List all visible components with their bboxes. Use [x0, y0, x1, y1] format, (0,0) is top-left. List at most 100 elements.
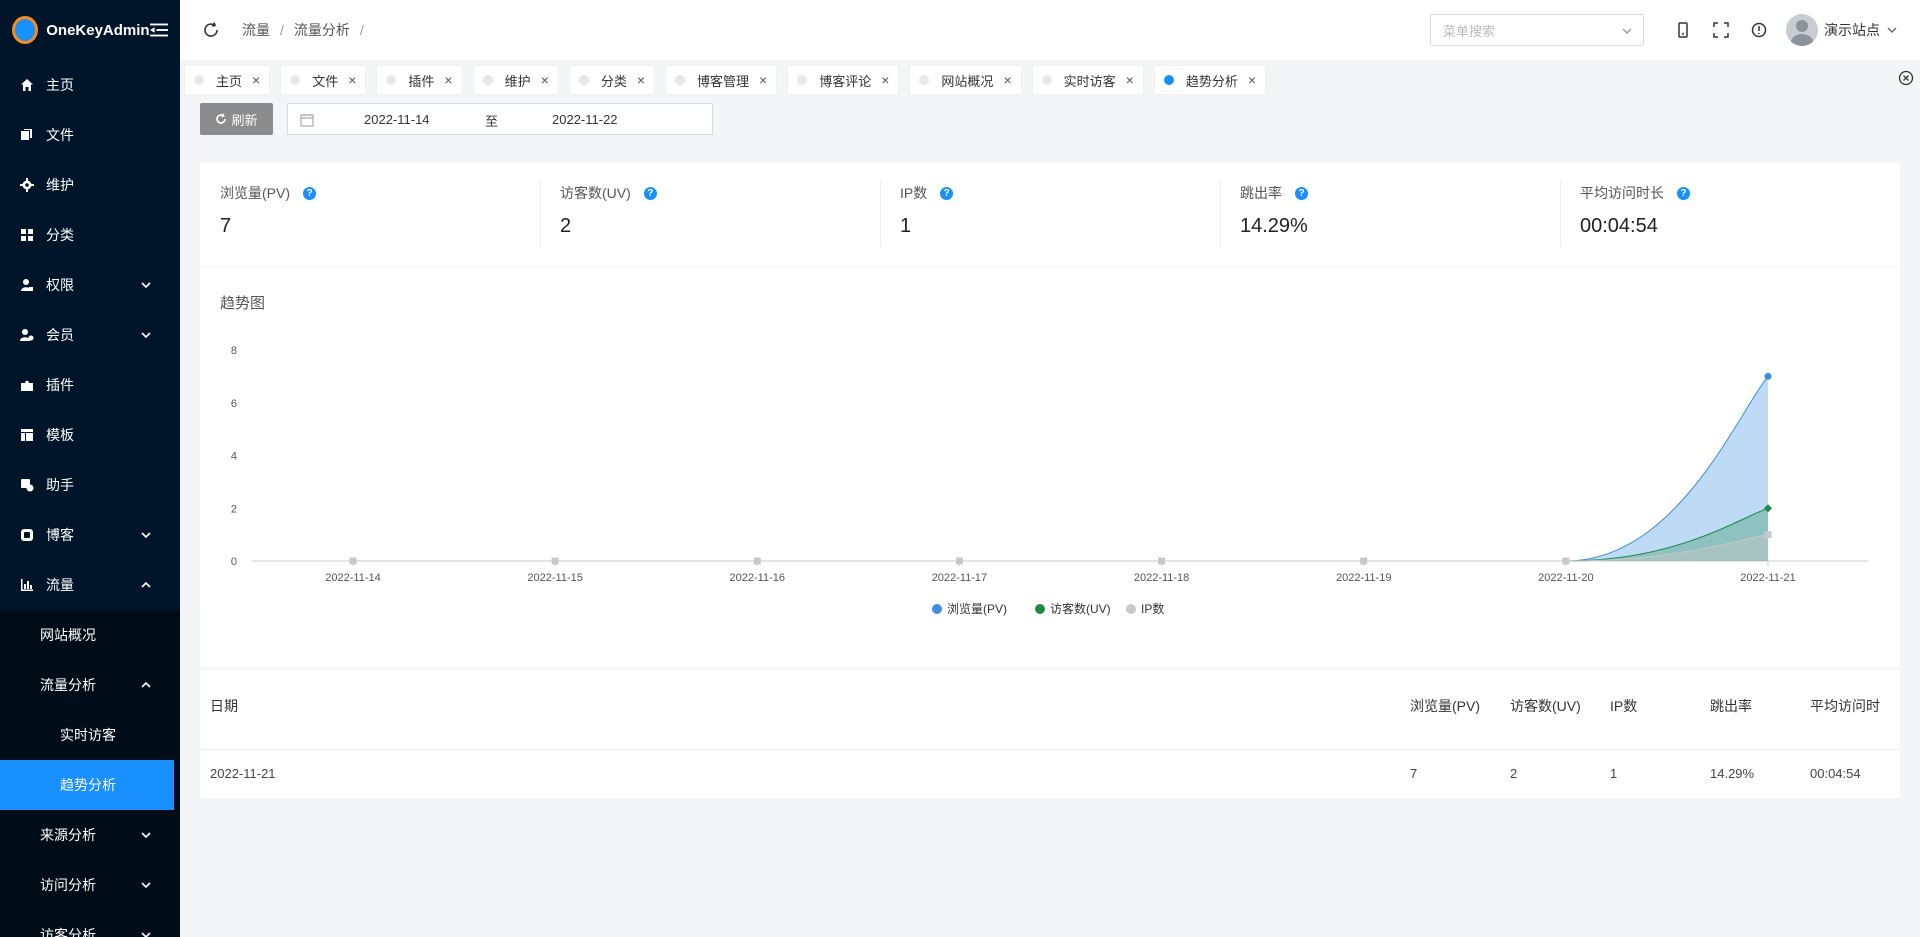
end-date-input[interactable]: 2022-11-22 — [552, 112, 618, 127]
x-tick-label: 2022-11-19 — [1336, 572, 1391, 584]
close-icon[interactable]: × — [1003, 72, 1011, 88]
legend-marker — [1126, 604, 1136, 614]
tab-home[interactable]: 主页 × — [184, 65, 271, 95]
header-actions: 菜单搜索 演示站点 — [1430, 0, 1920, 60]
tab-label: 分类 — [600, 73, 627, 89]
date-range-picker[interactable]: 2022-11-14 至 2022-11-22 — [287, 103, 713, 135]
sidebar-item-plugin[interactable]: 插件 — [0, 360, 180, 410]
help-icon[interactable]: ? — [303, 186, 316, 200]
traffic-submenu: 网站概况 流量分析 实时访客 趋势分析 来源分析 访问分析 访客分析 — [0, 610, 180, 937]
close-icon[interactable]: × — [348, 72, 356, 88]
help-icon[interactable]: ? — [1295, 186, 1308, 200]
sidebar-item-label: 会员 — [46, 327, 74, 343]
column-header-duration[interactable]: 平均访问时 — [1810, 696, 1880, 716]
sidebar-item-trend-analysis[interactable]: 趋势分析 — [0, 760, 174, 810]
refresh-icon[interactable] — [202, 21, 220, 39]
y-tick-label: 8 — [231, 345, 237, 357]
tab-site-overview[interactable]: 网站概况 × — [909, 65, 1022, 95]
sidebar-item-traffic-analysis[interactable]: 流量分析 — [0, 660, 180, 710]
sidebar-item-visitor-analysis[interactable]: 访客分析 — [0, 910, 180, 937]
tab-label: 插件 — [408, 73, 435, 89]
sidebar-item-home[interactable]: 主页 — [0, 60, 180, 110]
sidebar-item-source-analysis[interactable]: 来源分析 — [0, 810, 180, 860]
tab-trend-analysis[interactable]: 趋势分析 × — [1153, 65, 1267, 95]
sidebar-item-maintain[interactable]: 维护 — [0, 160, 180, 210]
tab-label: 趋势分析 — [1185, 73, 1238, 89]
close-icon[interactable]: × — [541, 72, 549, 88]
column-header-ip[interactable]: IP数 — [1610, 696, 1637, 716]
table-cell-ip: 1 — [1610, 766, 1618, 781]
breadcrumb-item[interactable]: 流量 — [242, 20, 270, 40]
app-title: OneKeyAdmin — [46, 21, 150, 39]
close-icon[interactable]: × — [252, 72, 260, 88]
sidebar-item-label: 模板 — [46, 427, 74, 443]
close-all-tabs-icon[interactable] — [1898, 70, 1914, 86]
trend-card: 趋势图 0 2 4 6 8 2022-11-14 2022-11-15 2022-11-16 2… — [200, 268, 1900, 668]
legend-label: 浏览量(PV) — [947, 601, 1007, 616]
start-date-input[interactable]: 2022-11-14 — [364, 112, 430, 127]
column-header-uv[interactable]: 访客数(UV) — [1510, 696, 1581, 716]
sidebar-item-template[interactable]: 模板 — [0, 410, 180, 460]
column-header-pv[interactable]: 浏览量(PV) — [1410, 696, 1480, 716]
stat-value: 2 — [560, 215, 572, 237]
y-tick-label: 4 — [231, 451, 237, 463]
sidebar-item-category[interactable]: 分类 — [0, 210, 180, 260]
close-icon[interactable]: × — [444, 72, 452, 88]
series-line — [353, 534, 1769, 562]
help-icon[interactable]: ? — [643, 186, 657, 200]
tab-category[interactable]: 分类 × — [568, 65, 656, 95]
sidebar-item-assistant[interactable]: 助手 — [0, 460, 180, 510]
chevron-up-icon — [140, 678, 152, 690]
tab-blog-comments[interactable]: 博客评论 × — [787, 65, 900, 95]
table-row: 2022-11-21 7 2 1 14.29% 00:04:54 — [200, 750, 1900, 798]
filter-toolbar: 刷新 2022-11-14 至 2022-11-22 — [200, 103, 713, 135]
x-tick-label: 2022-11-15 — [527, 572, 582, 584]
sidebar-item-traffic[interactable]: 流量 — [0, 560, 180, 610]
sidebar-item-label: 博客 — [46, 527, 74, 543]
help-icon[interactable]: ? — [1677, 186, 1690, 200]
stat-label: 平均访问时长? — [1580, 183, 1880, 203]
tab-dot — [675, 75, 686, 85]
tab-dot — [578, 75, 589, 85]
top-header: 流量 / 流量分析 / 菜单搜索 演示站点 — [180, 0, 1920, 60]
sidebar-item-site-overview[interactable]: 网站概况 — [0, 610, 180, 660]
user-menu[interactable]: 演示站点 — [1786, 14, 1898, 46]
tab-maintain[interactable]: 维护 × — [472, 65, 559, 95]
app-logo — [12, 16, 39, 44]
fullscreen-button[interactable] — [1702, 0, 1740, 60]
menu-search-placeholder: 菜单搜索 — [1443, 23, 1496, 39]
sidebar-item-file[interactable]: 文件 — [0, 110, 180, 160]
column-header-bounce[interactable]: 跳出率 — [1710, 696, 1752, 716]
tab-blog-manage[interactable]: 博客管理 × — [665, 65, 778, 95]
close-icon[interactable]: × — [1126, 72, 1134, 88]
info-button[interactable] — [1740, 0, 1778, 60]
x-tick-label: 2022-11-17 — [932, 572, 987, 584]
data-point — [349, 557, 357, 565]
sidebar-item-member[interactable]: 会员 — [0, 310, 180, 360]
table-header: 日期 浏览量(PV) 访客数(UV) IP数 跳出率 平均访问时 — [200, 670, 1900, 750]
sidebar-item-visit-analysis[interactable]: 访问分析 — [0, 860, 180, 910]
tab-plugin[interactable]: 插件 × — [376, 65, 463, 95]
sidebar-item-label: 权限 — [46, 277, 74, 293]
data-point — [1360, 557, 1368, 565]
close-icon[interactable]: × — [1248, 72, 1256, 88]
table-cell-date: 2022-11-21 — [210, 766, 276, 781]
sidebar-item-blog[interactable]: 博客 — [0, 510, 180, 560]
tab-realtime-visitors[interactable]: 实时访客 × — [1031, 65, 1144, 95]
help-icon[interactable]: ? — [940, 186, 954, 200]
refresh-button[interactable]: 刷新 — [200, 103, 273, 135]
close-icon[interactable]: × — [759, 72, 767, 88]
sidebar-item-realtime-visitors[interactable]: 实时访客 — [0, 710, 180, 760]
data-point — [1764, 372, 1772, 380]
close-icon[interactable]: × — [881, 72, 889, 88]
mobile-view-button[interactable] — [1664, 0, 1702, 60]
menu-collapse-icon[interactable] — [149, 22, 168, 38]
sidebar-item-permission[interactable]: 权限 — [0, 260, 180, 310]
column-header-date[interactable]: 日期 — [210, 696, 238, 716]
close-icon[interactable]: × — [637, 72, 645, 88]
tab-file[interactable]: 文件 × — [280, 65, 367, 95]
stat-value: 7 — [220, 215, 232, 237]
menu-search-select[interactable]: 菜单搜索 — [1430, 14, 1644, 46]
stat-ip: IP数? 1 — [880, 163, 1220, 267]
breadcrumb-item[interactable]: 流量分析 — [294, 20, 350, 40]
